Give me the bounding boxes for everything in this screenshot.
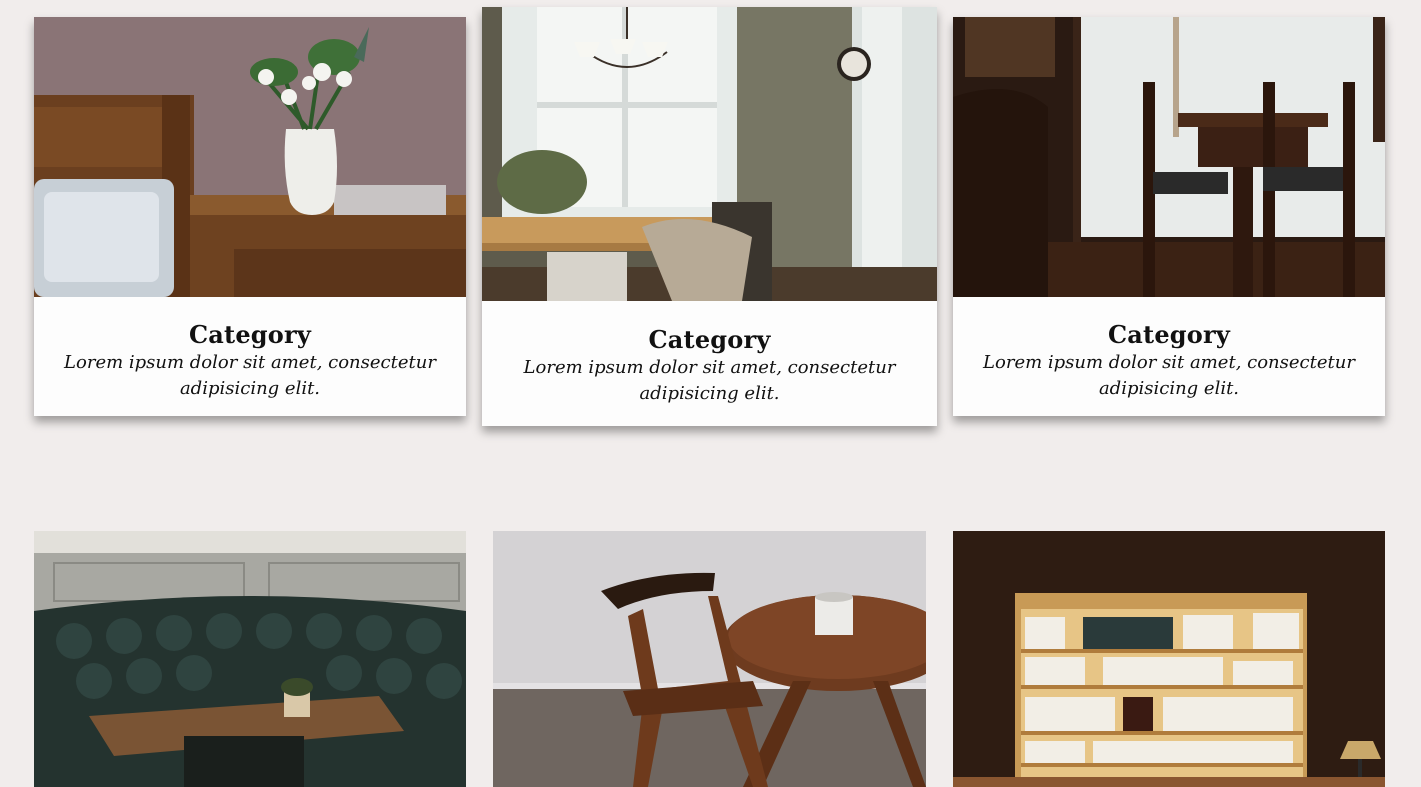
category-card-2[interactable]: Category Lorem ipsum dolor sit amet, con… [482,7,937,426]
card-title: Category [1108,320,1230,349]
bedroom-nightstand-photo [34,17,466,297]
card-title: Category [189,320,311,349]
wooden-chair-table-photo [493,531,926,787]
card-description: Lorem ipsum dolor sit amet, consectetur … [523,357,896,404]
card-description: Lorem ipsum dolor sit amet, consectetur … [64,352,436,399]
category-card-4[interactable] [34,531,466,787]
bookshelf-photo [953,531,1385,787]
card-title: Category [648,325,771,354]
category-card-1[interactable]: Category Lorem ipsum dolor sit amet, con… [34,17,466,416]
category-card-5[interactable] [493,531,926,787]
category-card-3[interactable]: Category Lorem ipsum dolor sit amet, con… [953,17,1385,416]
leather-booth-photo [34,531,466,787]
category-card-6[interactable] [953,531,1385,787]
cafe-tables-photo [953,17,1385,297]
card-description: Lorem ipsum dolor sit amet, consectetur … [983,352,1355,399]
dining-room-photo [482,7,937,301]
